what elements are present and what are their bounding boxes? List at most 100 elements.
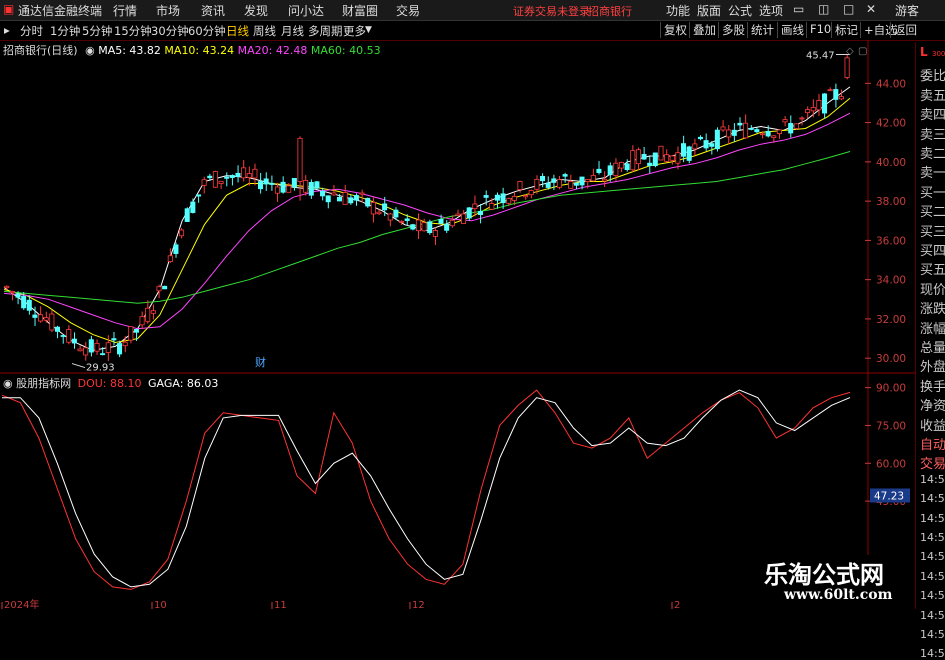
menu-trade[interactable]: 交易 [396, 2, 420, 19]
title-bar: ▣ 通达信金融终端 行情 市场 资讯 发现 问小达 财富圈 交易 证券交易未登录… [0, 0, 945, 21]
side-panel-item[interactable]: 交易 [920, 453, 945, 472]
side-panel-item[interactable]: 涨跌 [920, 298, 945, 317]
candle-body [365, 197, 371, 207]
period-tab[interactable]: 月线 [281, 23, 304, 39]
candle-body [551, 178, 557, 183]
candle-body [833, 89, 839, 100]
side-panel-item[interactable]: 外盘 [920, 356, 945, 375]
period-tab[interactable]: 1分钟 [50, 23, 80, 39]
candle-body [630, 150, 636, 171]
side-panel-item[interactable]: 总量 [920, 337, 945, 356]
side-panel-item[interactable]: 收益 [920, 415, 945, 434]
candle-body [444, 223, 450, 231]
side-panel-item[interactable]: 14:56 [920, 570, 945, 583]
period-tab[interactable]: 15分钟 [114, 23, 152, 39]
side-panel-item[interactable]: 14:56 [920, 550, 945, 563]
side-panel-item[interactable]: 自动 [920, 434, 945, 453]
menu-options[interactable]: 选项 [759, 2, 783, 19]
side-panel-item[interactable]: 14:56 [920, 589, 945, 602]
login-notice[interactable]: 证券交易未登录 [513, 3, 590, 19]
side-panel-item[interactable]: 买三 [920, 221, 945, 240]
side-panel-item[interactable]: 卖四 [920, 104, 945, 123]
period-tab[interactable]: 60分钟 [188, 23, 226, 39]
menu-wealth[interactable]: 财富圈 [342, 2, 378, 19]
candle-body [635, 149, 641, 165]
multi-stock-button[interactable]: 多股 [718, 22, 748, 38]
back-button[interactable]: 返回 [890, 22, 920, 38]
expand-icon[interactable]: □ [843, 2, 854, 16]
draw-line-button[interactable]: 画线 [777, 22, 807, 38]
chevron-down-icon[interactable]: ▼ [365, 25, 372, 35]
guest-user[interactable]: 游客 [895, 2, 919, 19]
side-panel-item[interactable]: 买四 [920, 240, 945, 259]
corner-label: L [920, 45, 928, 59]
candle-body [658, 145, 664, 161]
candle-body [681, 143, 687, 157]
candle-body [596, 168, 602, 173]
mark-button[interactable]: 标记 [831, 22, 861, 38]
candle-body [731, 129, 737, 136]
side-panel-item[interactable]: 涨幅 [920, 318, 945, 337]
candle-body [692, 143, 698, 150]
side-panel-item[interactable]: 卖一 [920, 162, 945, 181]
kline-chart[interactable]: 44.00 42.00 40.00 38.00 36.00 34.00 32.00 30.00… [0, 40, 915, 609]
menu-layout[interactable]: 版面 [697, 2, 721, 19]
candle-body [517, 180, 523, 190]
side-panel-item[interactable]: 买五 [920, 259, 945, 278]
period-tab[interactable]: 分时 [20, 23, 43, 39]
stats-button[interactable]: 统计 [747, 22, 777, 38]
minimize-icon[interactable]: ▭ [793, 2, 804, 16]
side-panel-item[interactable]: 委比 [920, 65, 945, 84]
period-tab-active[interactable]: 日线 [226, 23, 249, 39]
period-tab[interactable]: 5分钟 [82, 23, 112, 39]
side-panel-item[interactable]: 买二 [920, 201, 945, 220]
candle-body [190, 201, 196, 213]
candle-body [382, 203, 388, 211]
candle-body [21, 296, 27, 309]
side-panel-item[interactable]: 14:56 [920, 492, 945, 505]
candle-body [43, 317, 49, 321]
side-panel-item[interactable]: 14:56 [920, 609, 945, 622]
menu-arrow-icon[interactable]: ▸ [4, 23, 10, 37]
side-panel-item[interactable]: 14:56 [920, 473, 945, 486]
period-tab[interactable]: 30分钟 [151, 23, 189, 39]
side-panel-item[interactable]: 买一 [920, 182, 945, 201]
menu-formula[interactable]: 公式 [728, 2, 752, 19]
more-periods-button[interactable]: 更多 [343, 23, 366, 39]
candle-body [647, 162, 653, 166]
menu-function[interactable]: 功能 [666, 2, 690, 19]
menu-discover[interactable]: 发现 [244, 2, 268, 19]
side-panel-item[interactable]: 14:56 [920, 628, 945, 641]
menu-quotes[interactable]: 行情 [113, 2, 137, 19]
side-panel-item[interactable]: 14:56 [920, 647, 945, 660]
overlay-button[interactable]: 叠加 [689, 22, 719, 38]
side-panel-item[interactable]: 14:56 [920, 531, 945, 544]
side-panel-item[interactable]: 净资 [920, 395, 945, 414]
candle-body [370, 201, 376, 215]
candle-body [793, 123, 799, 129]
candle-body [438, 218, 444, 224]
side-panel-item[interactable]: 换手 [920, 376, 945, 395]
candle-body [540, 176, 546, 182]
y-tick-label: 44.00 [876, 78, 906, 90]
f10-button[interactable]: F10 [806, 22, 834, 38]
period-tab[interactable]: 多周期 [308, 23, 343, 39]
menu-ask[interactable]: 问小达 [288, 2, 324, 19]
side-panel-item[interactable]: 现价 [920, 279, 945, 298]
period-tab[interactable]: 周线 [253, 23, 276, 39]
side-panel-item[interactable]: 卖三 [920, 124, 945, 143]
candle-body [726, 129, 732, 138]
menu-news[interactable]: 资讯 [201, 2, 225, 19]
side-panel-item[interactable]: 14:56 [920, 512, 945, 525]
menu-market[interactable]: 市场 [156, 2, 180, 19]
candle-body [511, 196, 517, 201]
candle-body [139, 316, 145, 326]
notice-stock[interactable]: 招商银行 [588, 3, 632, 19]
candle-body [398, 220, 405, 223]
side-panel-item[interactable]: 卖二 [920, 143, 945, 162]
restore-icon[interactable]: ◫ [818, 2, 829, 16]
adjust-button[interactable]: 复权 [660, 22, 690, 38]
close-icon[interactable]: ✕ [866, 2, 876, 16]
side-panel-item[interactable]: 卖五 [920, 85, 945, 104]
candle-body [523, 195, 529, 198]
